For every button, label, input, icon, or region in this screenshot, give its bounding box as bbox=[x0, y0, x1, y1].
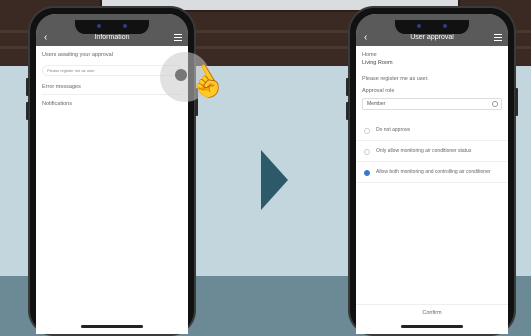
option-monitor-only[interactable]: Only allow monitoring air conditioner st… bbox=[356, 141, 508, 162]
request-text: Please register me as user. bbox=[362, 76, 429, 82]
home-indicator bbox=[81, 325, 143, 328]
next-step-arrow-icon bbox=[261, 150, 288, 210]
phone-right: ‹ User approval Home Living Room Please … bbox=[346, 6, 518, 336]
option-do-not-approve[interactable]: Do not approve bbox=[356, 120, 508, 141]
power-button bbox=[515, 88, 518, 116]
approval-role-value: Member bbox=[367, 101, 386, 107]
option-label: Do not approve bbox=[376, 127, 411, 133]
users-awaiting-label: Users awaiting your approval bbox=[42, 52, 113, 58]
home-label: Home bbox=[362, 52, 377, 58]
approval-role-label: Approval role bbox=[362, 88, 395, 94]
confirm-button[interactable]: Confirm bbox=[356, 304, 508, 320]
phone-screen: ‹ User approval Home Living Room Please … bbox=[356, 14, 508, 334]
approval-options: Do not approve Only allow monitoring air… bbox=[356, 120, 508, 183]
volume-button bbox=[26, 78, 29, 96]
divider bbox=[42, 94, 182, 95]
notifications-label[interactable]: Notifications bbox=[42, 101, 182, 108]
home-indicator bbox=[401, 325, 463, 328]
radio-button[interactable] bbox=[364, 128, 370, 134]
option-label: Allow both monitoring and controlling ai… bbox=[376, 169, 491, 175]
radio-button-checked[interactable] bbox=[364, 170, 370, 176]
approval-role-select[interactable]: Member bbox=[362, 98, 502, 110]
hamburger-menu-icon[interactable] bbox=[174, 34, 182, 41]
option-label: Only allow monitoring air conditioner st… bbox=[376, 148, 472, 154]
hamburger-menu-icon[interactable] bbox=[494, 34, 502, 41]
radio-button[interactable] bbox=[364, 149, 370, 155]
option-monitor-and-control[interactable]: Allow both monitoring and controlling ai… bbox=[356, 162, 508, 183]
notch bbox=[75, 20, 149, 34]
dropdown-icon bbox=[492, 101, 498, 107]
volume-button bbox=[346, 78, 349, 96]
volume-button bbox=[346, 102, 349, 120]
home-value: Living Room bbox=[362, 60, 393, 66]
volume-button bbox=[26, 102, 29, 120]
notch bbox=[395, 20, 469, 34]
